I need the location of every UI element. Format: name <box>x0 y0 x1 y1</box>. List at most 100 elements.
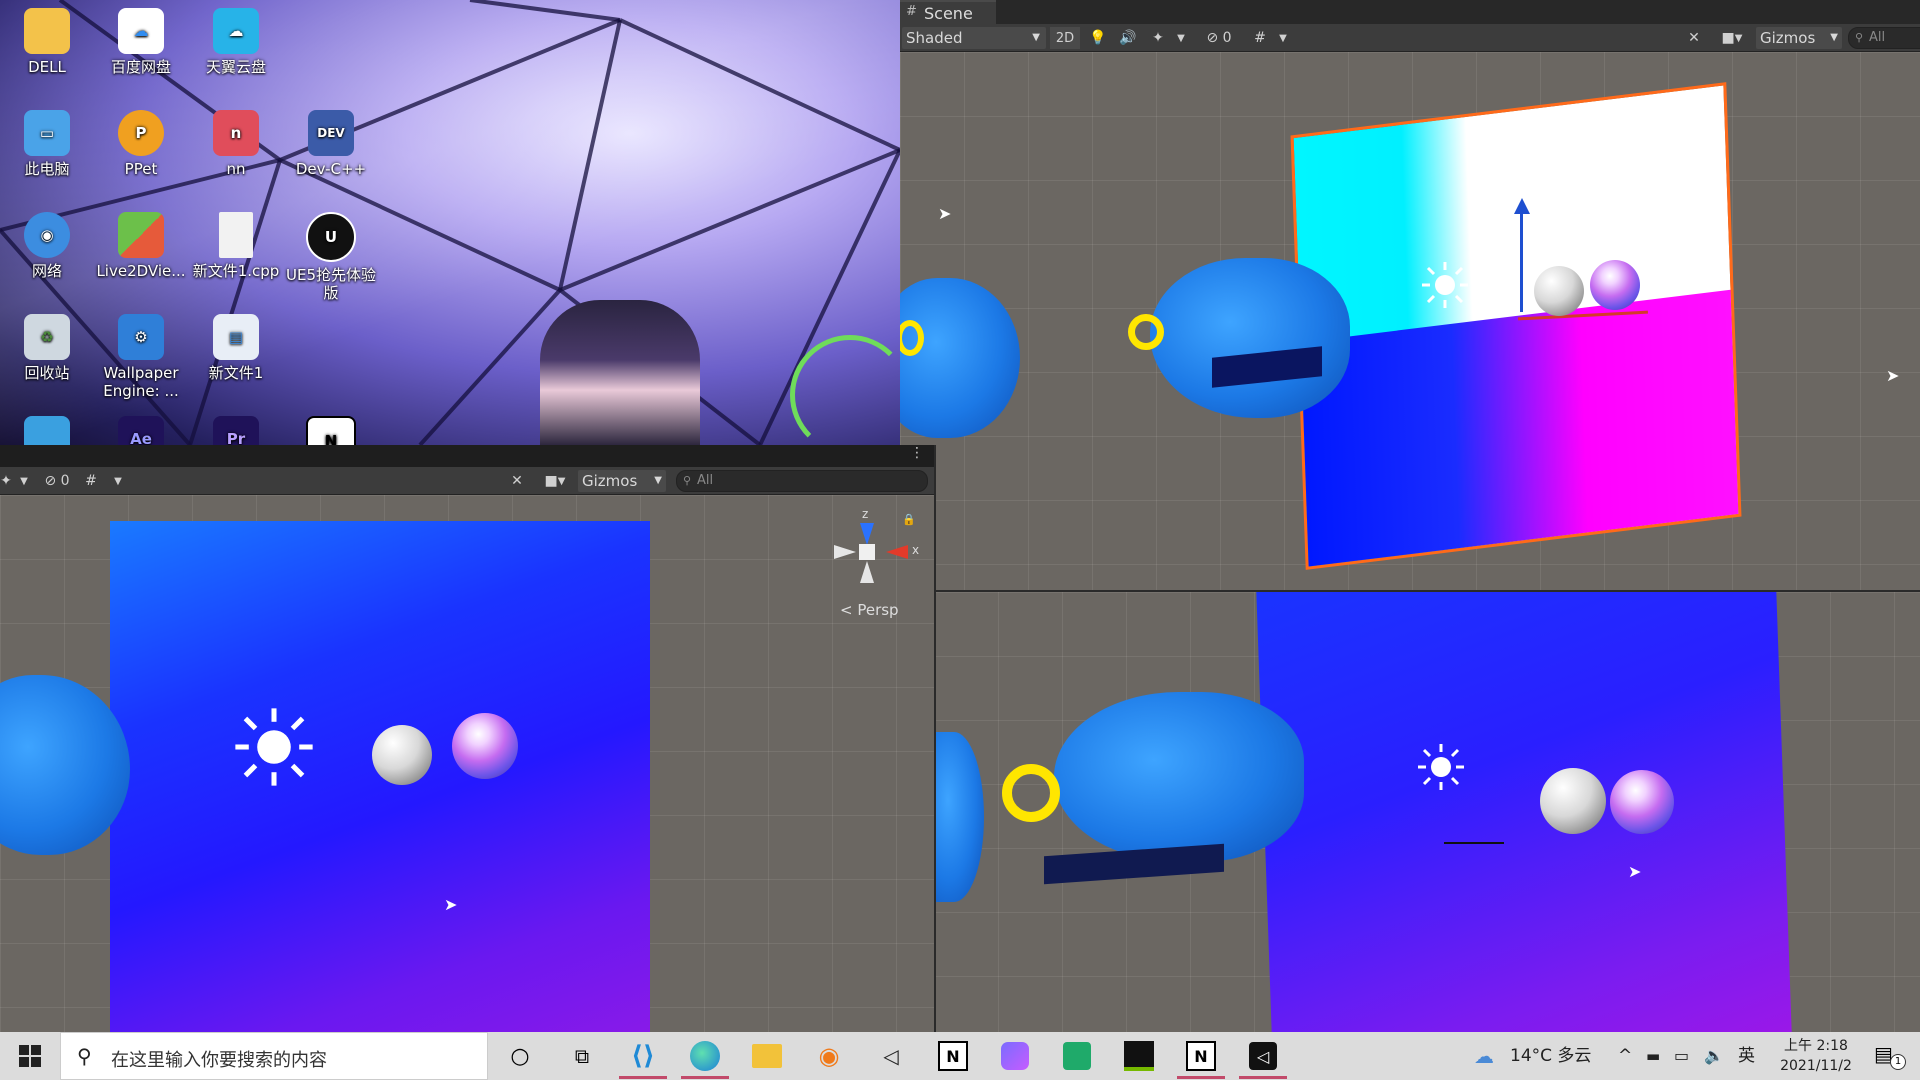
move-gizmo-y-arrow[interactable] <box>1514 198 1530 214</box>
axis-neg-x-arrow[interactable] <box>834 545 856 559</box>
grid-toggle-icon[interactable]: # <box>80 470 102 492</box>
gizmos-dropdown[interactable]: Gizmos ▼ <box>578 470 666 492</box>
iridescent-sphere[interactable] <box>452 713 518 779</box>
effects-toggle-icon[interactable]: ✦ <box>1144 27 1172 49</box>
tools-icon[interactable]: ✕ <box>506 470 528 492</box>
grid-dropdown-icon[interactable]: ▼ <box>110 470 126 492</box>
white-sphere[interactable] <box>1534 266 1584 316</box>
directional-light-icon[interactable] <box>232 705 316 789</box>
taskbar-app-nvidia[interactable] <box>1115 1037 1163 1075</box>
fish-model[interactable] <box>934 732 984 902</box>
axis-z-arrow[interactable] <box>860 523 874 545</box>
scene-view-bottom-right[interactable]: ➤ <box>934 592 1920 1032</box>
scene-view-perspective[interactable]: ⋮ ✦ ▼ ⊘ 0 # ▼ ✕ ■ ▼ Gizmos ▼ ⚲ All ➤ z x… <box>0 445 936 1032</box>
start-button[interactable] <box>10 1044 50 1068</box>
effects-toggle-icon[interactable]: ✦ <box>0 470 12 492</box>
iridescent-sphere[interactable] <box>1590 260 1640 310</box>
more-options-icon[interactable]: ⋮ <box>910 445 924 461</box>
persp-viewport[interactable]: ➤ z x 🔒 < Persp <box>0 495 934 1032</box>
directional-light-icon[interactable] <box>1416 742 1466 792</box>
tools-icon[interactable]: ✕ <box>1680 27 1708 49</box>
desktop-icon-ue5[interactable]: U UE5抢先体验版 <box>286 212 376 302</box>
point-light-gizmo-icon[interactable] <box>1002 764 1060 822</box>
taskbar-search-box[interactable]: ⚲ 在这里输入你要搜索的内容 <box>60 1032 488 1080</box>
hidden-objects-toggle[interactable]: ⊘ 0 <box>1194 27 1244 49</box>
taskbar-app-chat[interactable] <box>991 1037 1039 1075</box>
tab-scene[interactable]: # Scene <box>900 0 996 26</box>
hidden-objects-toggle[interactable]: ⊘ 0 <box>38 470 76 492</box>
chevron-up-icon[interactable]: ^ <box>1618 1032 1632 1080</box>
toggle-2d-button[interactable]: 2D <box>1050 27 1080 49</box>
desktop-icon-control-panel[interactable] <box>2 416 92 445</box>
desktop-icon-live2d-viewer[interactable]: Live2DVie... <box>96 212 186 280</box>
taskbar-app-unity-hub[interactable]: ◁ <box>867 1037 915 1075</box>
taskbar-app-vscode[interactable]: ⟨⟩ <box>619 1037 667 1079</box>
chevron-down-icon[interactable]: ▼ <box>16 470 32 492</box>
task-view-button[interactable]: ⧉ <box>558 1037 606 1075</box>
desktop-icon-premiere[interactable]: Pr <box>191 416 281 445</box>
taskbar-app-image-viewer[interactable] <box>1053 1037 1101 1075</box>
white-sphere[interactable] <box>372 725 432 785</box>
desktop-icon-new-file[interactable]: ▤ 新文件1 <box>191 314 281 382</box>
lock-icon[interactable]: 🔒 <box>902 513 916 526</box>
desktop-icon-nn[interactable]: n nn <box>191 110 281 178</box>
gradient-plane[interactable] <box>1256 592 1792 1032</box>
input-method-indicator[interactable]: 英 <box>1738 1032 1755 1080</box>
fish-model[interactable] <box>1150 258 1350 418</box>
taskbar-app-edge[interactable] <box>681 1037 729 1079</box>
desktop-icon-cpp-file[interactable]: 新文件1.cpp <box>191 212 281 280</box>
point-light-gizmo-icon[interactable] <box>1128 314 1164 350</box>
taskbar-app-notion-2[interactable]: N <box>1177 1037 1225 1079</box>
taskbar-app-notion[interactable]: N <box>929 1037 977 1075</box>
network-icon[interactable]: ▭ <box>1674 1032 1689 1080</box>
effects-dropdown-icon[interactable]: ▼ <box>1172 27 1190 49</box>
desktop-icon-tianyi-cloud[interactable]: ☁ 天翼云盘 <box>191 8 281 76</box>
fish-model[interactable] <box>900 278 1020 438</box>
axis-x-arrow[interactable] <box>886 545 908 559</box>
desktop-icon-baidu-netdisk[interactable]: ☁ 百度网盘 <box>96 8 186 76</box>
audio-toggle-icon[interactable]: 🔊 <box>1114 27 1142 49</box>
persp-label[interactable]: < Persp <box>840 601 899 619</box>
taskbar-app-blender[interactable]: ◉ <box>805 1037 853 1075</box>
shading-mode-dropdown[interactable]: Shaded ▼ <box>902 27 1046 49</box>
axis-neg-z-arrow[interactable] <box>860 561 874 583</box>
axis-z-label: z <box>862 507 869 521</box>
grid-dropdown-icon[interactable]: ▼ <box>1274 27 1292 49</box>
move-gizmo-y-axis[interactable] <box>1520 202 1523 312</box>
camera-dropdown[interactable]: ■ ▼ <box>536 470 574 492</box>
fish-model[interactable] <box>1054 692 1304 862</box>
desktop-icon-dell[interactable]: DELL <box>2 8 92 76</box>
orientation-gizmo[interactable]: z x 🔒 < Persp <box>830 507 934 619</box>
desktop-icon-this-pc[interactable]: ▭ 此电脑 <box>2 110 92 178</box>
desktop-icon-ppet[interactable]: P PPet <box>96 110 186 178</box>
persp-search-input[interactable]: ⚲ All <box>676 470 928 492</box>
desktop-icon-recycle-bin[interactable]: ♻ 回收站 <box>2 314 92 382</box>
desktop-icon-network[interactable]: ◉ 网络 <box>2 212 92 280</box>
cortana-button[interactable]: ○ <box>496 1037 544 1075</box>
scene-view-top[interactable]: # Scene Shaded ▼ 2D 💡 🔊 ✦ ▼ ⊘ 0 # ▼ ✕ ■ ▼… <box>900 0 1920 590</box>
desktop-icon-devcpp[interactable]: DEV Dev-C++ <box>286 110 376 178</box>
desktop-icon-after-effects[interactable]: Ae <box>96 416 186 445</box>
notification-center-button[interactable]: ▤ 1 <box>1874 1042 1906 1070</box>
camera-dropdown[interactable]: ■ ▼ <box>1712 27 1752 49</box>
gradient-plane[interactable] <box>110 521 650 1032</box>
lighting-toggle-icon[interactable]: 💡 <box>1084 27 1112 49</box>
gradient-plane-selected[interactable] <box>1290 82 1742 570</box>
grid-toggle-icon[interactable]: # <box>1246 27 1274 49</box>
battery-icon[interactable]: ▬ <box>1646 1032 1660 1080</box>
taskbar-app-explorer[interactable] <box>743 1037 791 1075</box>
iridescent-sphere[interactable] <box>1610 770 1674 834</box>
directional-light-icon[interactable] <box>1420 260 1470 310</box>
scene-viewport[interactable]: ➤ ➤ <box>900 52 1920 590</box>
taskbar-app-unity[interactable]: ◁ <box>1239 1037 1287 1079</box>
scene-search-input[interactable]: ⚲ All <box>1848 27 1920 49</box>
desktop-icon-notion[interactable]: N <box>286 416 376 445</box>
weather-text[interactable]: 14°C 多云 <box>1510 1032 1591 1080</box>
white-sphere[interactable] <box>1540 768 1606 834</box>
gizmo-center-cube[interactable] <box>859 544 875 560</box>
volume-icon[interactable]: 🔈 <box>1704 1032 1724 1080</box>
weather-cloud-icon[interactable]: ☁ <box>1474 1032 1494 1080</box>
gizmos-dropdown[interactable]: Gizmos ▼ <box>1756 27 1842 49</box>
clock[interactable]: 上午 2:18 2021/11/2 <box>1770 1036 1862 1078</box>
desktop-icon-wallpaper-engine[interactable]: ⚙ Wallpaper Engine: ... <box>96 314 186 400</box>
